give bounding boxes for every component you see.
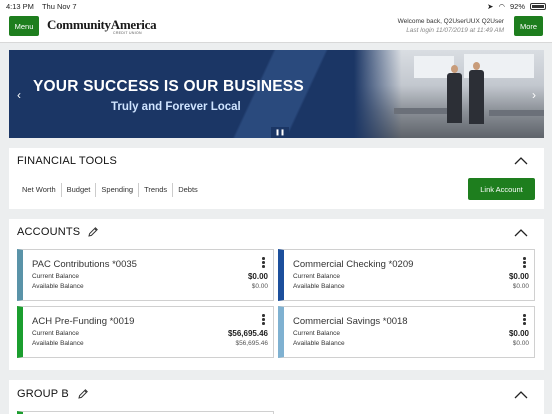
available-balance-label: Available Balance: [293, 340, 345, 347]
tool-link-net-worth[interactable]: Net Worth: [17, 183, 62, 197]
banner-subline: Truly and Forever Local: [111, 101, 241, 113]
logo-subtitle: CREDIT UNION: [113, 31, 142, 35]
chevron-up-icon[interactable]: [514, 156, 528, 166]
battery-icon: [530, 2, 546, 10]
more-options-icon[interactable]: [262, 257, 265, 269]
status-date: Thu Nov 7: [41, 1, 77, 11]
current-balance-label: Current Balance: [32, 273, 79, 280]
banner-headline: YOUR SUCCESS IS OUR BUSINESS: [33, 78, 304, 95]
account-name: Commercial Savings *0018: [293, 316, 408, 327]
available-balance-value: $0.00: [251, 283, 268, 290]
tool-link-debts[interactable]: Debts: [173, 183, 203, 197]
chevron-up-icon[interactable]: [514, 228, 528, 238]
available-balance-value: $0.00: [512, 283, 529, 290]
accounts-card: ACCOUNTS PAC Contributions *0035 Current…: [9, 219, 544, 370]
tool-link-spending[interactable]: Spending: [96, 183, 140, 197]
app-header: Menu CommunityAmerica CREDIT UNION Welco…: [0, 12, 552, 43]
more-button[interactable]: More: [514, 16, 543, 36]
account-tile-pac-contributions[interactable]: PAC Contributions *0035 Current Balance …: [17, 249, 274, 301]
menu-button[interactable]: Menu: [9, 16, 39, 36]
account-tile-ach-pre-funding[interactable]: ACH Pre-Funding *0019 Current Balance Av…: [17, 306, 274, 358]
available-balance-label: Available Balance: [32, 283, 84, 290]
last-login-text: Last login 11/07/2019 at 11:49 AM: [406, 27, 504, 34]
promo-banner[interactable]: YOUR SUCCESS IS OUR BUSINESS Truly and F…: [9, 50, 544, 138]
current-balance-value: $0.00: [508, 329, 529, 338]
financial-tools-links: Net Worth Budget Spending Trends Debts: [17, 183, 203, 197]
location-icon: ➤: [487, 1, 494, 11]
more-options-icon[interactable]: [262, 314, 265, 326]
tool-link-trends[interactable]: Trends: [139, 183, 174, 197]
more-options-icon[interactable]: [523, 314, 526, 326]
logo[interactable]: CommunityAmerica CREDIT UNION: [47, 17, 157, 35]
current-balance-value: $0.00: [247, 272, 268, 281]
chevron-right-icon[interactable]: ›: [532, 88, 536, 102]
status-time: 4:13 PM: [6, 1, 34, 11]
available-balance-value: $56,695.46: [235, 340, 268, 347]
pause-icon[interactable]: ❚❚: [271, 127, 289, 138]
chevron-up-icon[interactable]: [514, 390, 528, 400]
chevron-left-icon[interactable]: ‹: [17, 88, 21, 102]
current-balance-value: $56,695.46: [227, 329, 268, 338]
battery-percent: 92%: [509, 1, 525, 11]
available-balance-value: $0.00: [512, 340, 529, 347]
edit-pencil-icon[interactable]: [77, 388, 89, 400]
group-b-title: GROUP B: [17, 388, 69, 400]
current-balance-label: Current Balance: [293, 273, 340, 280]
account-tile-commercial-savings[interactable]: Commercial Savings *0018 Current Balance…: [278, 306, 535, 358]
welcome-block: Welcome back, Q2UserUUX Q2User Last logi…: [398, 18, 504, 34]
current-balance-value: $0.00: [508, 272, 529, 281]
current-balance-label: Current Balance: [32, 330, 79, 337]
available-balance-label: Available Balance: [32, 340, 84, 347]
accounts-title: ACCOUNTS: [17, 226, 81, 238]
group-b-card: GROUP B: [9, 380, 544, 414]
edit-pencil-icon[interactable]: [87, 226, 99, 238]
account-name: ACH Pre-Funding *0019: [32, 316, 135, 327]
link-account-button[interactable]: Link Account: [468, 178, 535, 200]
account-name: PAC Contributions *0035: [32, 259, 137, 270]
banner-photo: [354, 50, 544, 138]
available-balance-label: Available Balance: [293, 283, 345, 290]
current-balance-label: Current Balance: [293, 330, 340, 337]
wifi-icon: ◠: [498, 1, 505, 11]
account-tile-commercial-checking[interactable]: Commercial Checking *0209 Current Balanc…: [278, 249, 535, 301]
welcome-text: Welcome back, Q2UserUUX Q2User: [397, 18, 504, 25]
tool-link-budget[interactable]: Budget: [62, 183, 97, 197]
financial-tools-title: FINANCIAL TOOLS: [17, 155, 117, 167]
status-bar: 4:13 PM Thu Nov 7 ➤ ◠ 92%: [0, 0, 552, 12]
financial-tools-card: FINANCIAL TOOLS Net Worth Budget Spendin…: [9, 148, 544, 209]
account-name: Commercial Checking *0209: [293, 259, 414, 270]
more-options-icon[interactable]: [523, 257, 526, 269]
